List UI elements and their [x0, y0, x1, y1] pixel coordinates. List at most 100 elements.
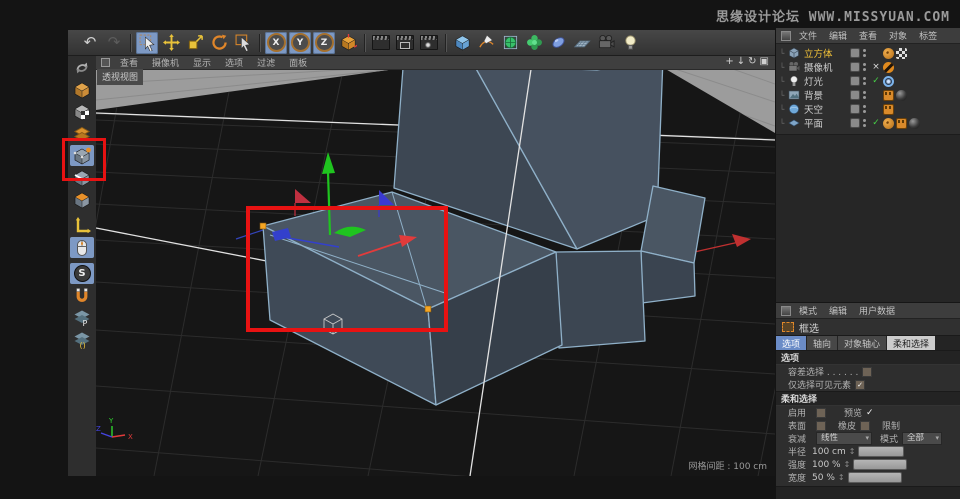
object-label[interactable]: 天空: [804, 102, 850, 116]
rotate-tool[interactable]: [208, 32, 230, 54]
snap-toggle-button[interactable]: S: [70, 263, 94, 284]
model-base-right-face[interactable]: [556, 251, 645, 348]
viewport-corner-controls[interactable]: +↓↻▣: [725, 56, 772, 67]
tab-柔和选择[interactable]: 柔和选择: [887, 336, 936, 350]
deformers-menu[interactable]: [523, 32, 545, 54]
redo-button[interactable]: ↷: [103, 32, 125, 54]
attribute-menu-2[interactable]: 编辑: [823, 304, 853, 317]
visibility-dots[interactable]: [863, 105, 867, 113]
axis-mode-button[interactable]: [70, 215, 94, 236]
viewport-menu-6[interactable]: 面板: [282, 56, 314, 69]
object-label[interactable]: 背景: [804, 88, 850, 102]
viewport-label[interactable]: 透视视图: [97, 69, 143, 85]
tab-选项[interactable]: 选项: [776, 336, 807, 350]
compositing-tag-icon[interactable]: [883, 104, 894, 115]
checkbox[interactable]: [816, 421, 826, 431]
radius-value[interactable]: 100 cm: [812, 447, 846, 457]
width-slider[interactable]: [848, 472, 902, 483]
model-mode-button[interactable]: [70, 79, 94, 100]
object-manager-menu-2[interactable]: 编辑: [823, 29, 853, 42]
viewport-menu-2[interactable]: 摄像机: [145, 56, 186, 69]
object-state-icon[interactable]: ✓: [871, 118, 881, 128]
falloff-dropdown[interactable]: 线性: [816, 432, 872, 445]
object-label[interactable]: 立方体: [804, 46, 850, 60]
render-region-button[interactable]: [394, 32, 416, 54]
strength-value[interactable]: 100 %: [812, 460, 841, 470]
camera-menu[interactable]: [595, 32, 617, 54]
object-row-摄像机[interactable]: └摄像机×: [776, 60, 960, 74]
disabled-icon[interactable]: [883, 62, 894, 73]
object-manager-menu-5[interactable]: 标签: [913, 29, 943, 42]
zoom-view-icon[interactable]: ↓: [737, 56, 748, 67]
viewport-solo-button[interactable]: [70, 237, 94, 258]
layer-chip[interactable]: [850, 48, 860, 58]
object-row-立方体[interactable]: └立方体: [776, 46, 960, 60]
object-row-平面[interactable]: └平面✓: [776, 116, 960, 130]
visibility-dots[interactable]: [863, 49, 867, 57]
lock-y-axis-button[interactable]: Y: [289, 32, 311, 54]
undo-button[interactable]: ↶: [79, 32, 101, 54]
primitive-cube-menu[interactable]: [451, 32, 473, 54]
selected-point-front[interactable]: [425, 306, 431, 312]
object-label[interactable]: 平面: [804, 116, 850, 130]
checkbox[interactable]: [816, 408, 826, 418]
material-ball-icon[interactable]: [909, 118, 920, 129]
object-label[interactable]: 摄像机: [804, 60, 850, 74]
light-tag-icon[interactable]: [883, 76, 894, 87]
move-tool[interactable]: [160, 32, 182, 54]
light-menu[interactable]: [619, 32, 641, 54]
render-settings-button[interactable]: [418, 32, 440, 54]
render-view-button[interactable]: [370, 32, 392, 54]
layer-chip[interactable]: [850, 62, 860, 72]
layer-chip[interactable]: [850, 90, 860, 100]
spline-pen-menu[interactable]: [475, 32, 497, 54]
magnet-tool-button[interactable]: [70, 285, 94, 306]
checkbox[interactable]: [862, 367, 872, 377]
mode-dropdown[interactable]: 全部: [902, 432, 942, 445]
pan-view-icon[interactable]: +: [725, 56, 736, 67]
live-selection-tool[interactable]: [136, 32, 158, 54]
object-row-灯光[interactable]: └灯光✓: [776, 74, 960, 88]
visibility-dots[interactable]: [863, 77, 867, 85]
perspective-viewport[interactable]: Y X Z 查看摄像机显示选项过滤面板 透视视图 +↓↻▣ 网格间距 : 100…: [96, 56, 775, 476]
viewport-menu-3[interactable]: 显示: [186, 56, 218, 69]
object-row-背景[interactable]: └背景: [776, 88, 960, 102]
section-soft-selection[interactable]: 柔和选择: [776, 391, 960, 406]
width-stepper[interactable]: ↕: [838, 473, 845, 482]
material-ball-icon[interactable]: [896, 90, 907, 101]
phong-tag-icon[interactable]: [883, 118, 894, 129]
width-value[interactable]: 50 %: [812, 473, 835, 483]
viewport-menu-4[interactable]: 选项: [218, 56, 250, 69]
radius-stepper[interactable]: ↕: [849, 447, 856, 456]
lock-x-axis-button[interactable]: X: [265, 32, 287, 54]
selected-point-left[interactable]: [260, 223, 266, 229]
texture-mode-button[interactable]: [70, 101, 94, 122]
polygon-mode-button[interactable]: [70, 189, 94, 210]
phong-tag-icon[interactable]: [883, 48, 894, 59]
object-manager-menu-3[interactable]: 查看: [853, 29, 883, 42]
object-label[interactable]: 灯光: [804, 74, 850, 88]
radius-input[interactable]: [858, 446, 904, 457]
strength-stepper[interactable]: ↕: [844, 460, 851, 469]
object-manager-menu-1[interactable]: 文件: [793, 29, 823, 42]
model-armrest-top-face[interactable]: [641, 186, 705, 263]
scale-tool[interactable]: [184, 32, 206, 54]
generators-menu[interactable]: [499, 32, 521, 54]
strength-slider[interactable]: [853, 459, 907, 470]
viewport-menu-5[interactable]: 过滤: [250, 56, 282, 69]
rotate-view-icon[interactable]: ↻: [748, 56, 759, 67]
lock-z-axis-button[interactable]: Z: [313, 32, 335, 54]
object-state-icon[interactable]: ✓: [871, 76, 881, 86]
visibility-dots[interactable]: [863, 63, 867, 71]
checkbox[interactable]: ✓: [855, 380, 865, 390]
section-options[interactable]: 选项: [776, 350, 960, 365]
compositing-tag-icon[interactable]: [896, 118, 907, 129]
workplane-snap-button[interactable]: (): [70, 329, 94, 350]
workplane-layer-button[interactable]: P: [70, 307, 94, 328]
compositing-tag-icon[interactable]: [883, 90, 894, 101]
particles-menu[interactable]: [547, 32, 569, 54]
visibility-dots[interactable]: [863, 119, 867, 127]
tab-轴向[interactable]: 轴向: [807, 336, 838, 350]
object-row-天空[interactable]: └天空: [776, 102, 960, 116]
object-state-icon[interactable]: ×: [871, 62, 881, 72]
